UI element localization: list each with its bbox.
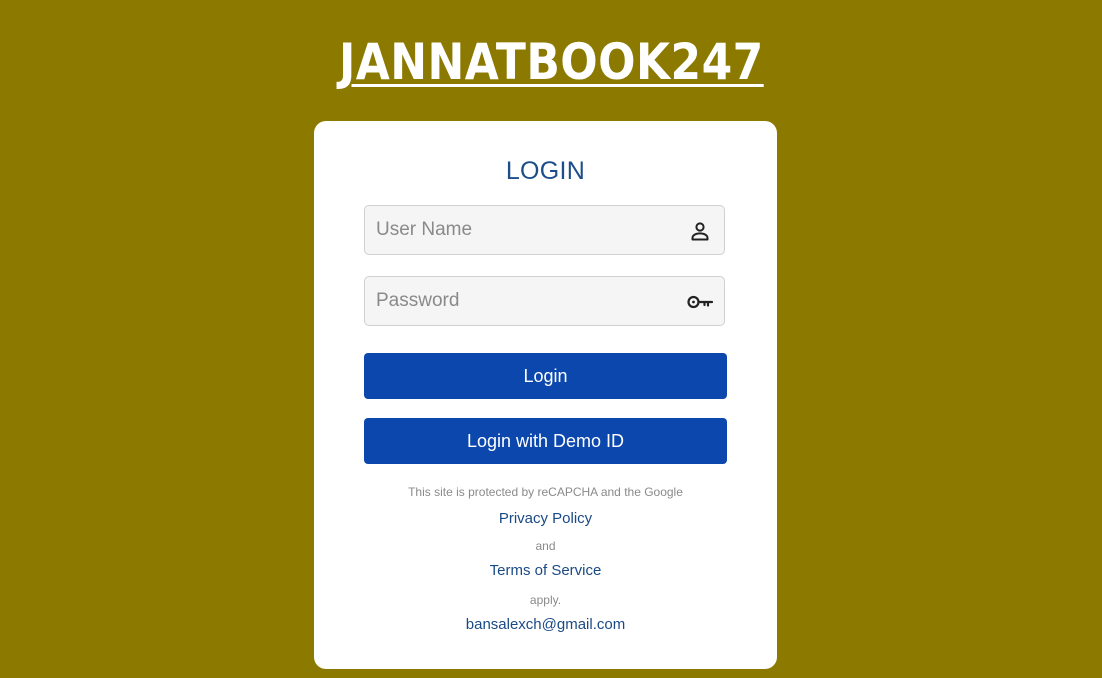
username-input[interactable] bbox=[365, 206, 676, 254]
email-row: bansalexch@gmail.com bbox=[314, 616, 777, 634]
recaptcha-notice-row: This site is protected by reCAPCHA and t… bbox=[314, 483, 777, 501]
apply-text: apply. bbox=[529, 593, 562, 607]
site-title: JANNATBOOK247 bbox=[338, 33, 764, 91]
privacy-policy-link[interactable]: Privacy Policy bbox=[499, 510, 592, 527]
privacy-row: Privacy Policy bbox=[314, 510, 777, 528]
demo-login-button[interactable]: Login with Demo ID bbox=[364, 418, 727, 464]
login-card: LOGIN Login Login with Demo ID This site… bbox=[314, 121, 777, 669]
recaptcha-notice: This site is protected by reCAPCHA and t… bbox=[408, 485, 683, 499]
password-input[interactable] bbox=[365, 277, 676, 325]
username-field[interactable] bbox=[364, 205, 725, 255]
brand-header: JANNATBOOK247 bbox=[0, 30, 1102, 94]
key-icon bbox=[686, 290, 714, 314]
and-row: and bbox=[314, 537, 777, 555]
login-heading: LOGIN bbox=[505, 157, 586, 185]
user-icon bbox=[688, 219, 712, 243]
contact-email-link[interactable]: bansalexch@gmail.com bbox=[466, 616, 625, 633]
terms-of-service-link[interactable]: Terms of Service bbox=[490, 562, 602, 579]
terms-row: Terms of Service bbox=[314, 562, 777, 580]
apply-row: apply. bbox=[314, 591, 777, 609]
and-text: and bbox=[535, 539, 556, 553]
password-field[interactable] bbox=[364, 276, 725, 326]
login-button[interactable]: Login bbox=[364, 353, 727, 399]
